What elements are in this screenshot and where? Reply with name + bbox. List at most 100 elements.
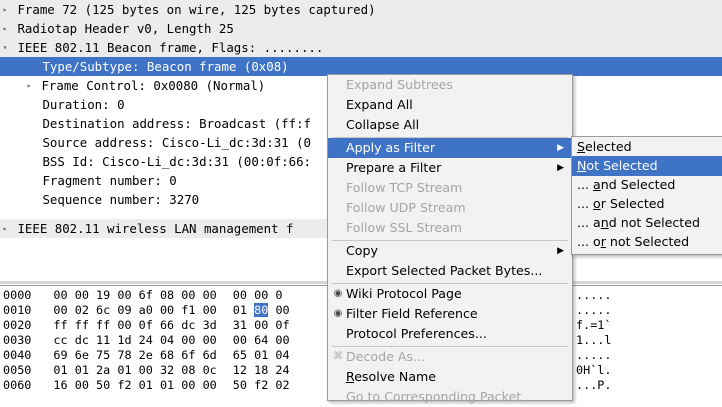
hex-bytes: 01 01 2a 01 00 32 08 0c [53, 363, 217, 377]
menu-item-protocol-preferences[interactable]: Protocol Preferences... [328, 324, 572, 344]
hex-bytes: 00 64 00 [232, 333, 290, 347]
hex-row[interactable]: 0040 69 6e 75 78 2e 68 6f 6d 65 01 04 [3, 348, 290, 363]
hex-ascii: ..... [576, 288, 612, 302]
mnemonic-char: o [593, 196, 601, 211]
menu-item-go-to-packet[interactable]: Go to Corresponding Packet [328, 387, 572, 407]
submenu-arrow-icon: ▶ [557, 246, 564, 256]
hex-bytes: 01 [232, 303, 247, 317]
hex-offset: 0020 [3, 318, 32, 332]
hex-row[interactable]: 0010 00 02 6c 09 a0 00 f1 00 01 80 00 [3, 303, 290, 318]
hex-ascii: ...P. [576, 378, 612, 392]
menu-item-prepare-a-filter[interactable]: Prepare a Filter ▶ [328, 158, 572, 178]
expand-arrow-icon[interactable]: ▸ [0, 19, 10, 38]
submenu-item-and-selected[interactable]: ... and Selected [572, 175, 722, 195]
menu-item-follow-udp[interactable]: Follow UDP Stream [328, 198, 572, 218]
mnemonic-char: R [346, 369, 355, 384]
hex-ascii: ..... [576, 348, 612, 362]
tree-row-label: Destination address: Broadcast (ff:f [42, 116, 312, 131]
hex-bytes: 16 00 50 f2 01 01 00 00 [53, 378, 217, 392]
hex-ascii: 1...l [576, 333, 612, 347]
hex-offset: 0000 [3, 288, 32, 302]
menu-item-expand-subtrees[interactable]: Expand Subtrees [328, 75, 572, 95]
hex-bytes: 00 02 6c 09 a0 00 f1 00 [53, 303, 217, 317]
menu-item-label: ot Selected [586, 158, 658, 173]
tree-row-label: Radiotap Header v0, Length 25 [17, 21, 234, 36]
mnemonic-char: N [577, 158, 587, 173]
context-menu[interactable]: Expand Subtrees Expand All Collapse All … [327, 74, 573, 404]
highlighted-byte: 80 [254, 303, 269, 317]
menu-item-label: ... [577, 196, 594, 211]
tree-row-radiotap[interactable]: ▸ Radiotap Header v0, Length 25 [0, 19, 722, 38]
hex-row[interactable]: 0030 cc dc 11 1d 24 04 00 00 00 64 00 [3, 333, 290, 348]
hex-offset: 0030 [3, 333, 32, 347]
menu-item-follow-ssl[interactable]: Follow SSL Stream [328, 218, 572, 238]
submenu-item-selected[interactable]: Selected [572, 137, 722, 157]
tree-row-label: BSS Id: Cisco-Li_dc:3d:31 (00:0f:66: [42, 154, 312, 169]
menu-item-label: elected [585, 139, 632, 154]
hex-bytes: 12 18 24 [232, 363, 290, 377]
submenu-item-or-not-selected[interactable]: ... or not Selected [572, 232, 722, 252]
hex-row[interactable]: 0060 16 00 50 f2 01 01 00 00 50 f2 02 [3, 378, 290, 393]
tree-row-frame[interactable]: ▸ Frame 72 (125 bytes on wire, 125 bytes… [0, 0, 722, 19]
decode-as-icon: ⌘ [333, 351, 343, 362]
expand-arrow-icon[interactable]: ▸ [24, 76, 34, 95]
submenu-item-and-not-selected[interactable]: ... and not Selected [572, 213, 722, 233]
hex-bytes: ff ff ff 00 0f 66 dc 3d [53, 318, 217, 332]
tree-row-label: Fragment number: 0 [42, 173, 177, 188]
hex-offset: 0010 [3, 303, 32, 317]
hex-ascii: 0H`l. [576, 363, 612, 377]
hex-offset: 0060 [3, 378, 32, 392]
menu-item-filter-field-reference[interactable]: ◉ Filter Field Reference [328, 304, 572, 324]
mnemonic-char: a [593, 177, 601, 192]
menu-item-apply-as-filter[interactable]: Apply as Filter ▶ [328, 138, 572, 158]
menu-item-label: r Selected [600, 196, 665, 211]
menu-item-follow-tcp[interactable]: Follow TCP Stream [328, 178, 572, 198]
menu-item-label: ... a [577, 215, 601, 230]
hex-ascii: f.=1` [576, 318, 612, 332]
submenu-arrow-icon: ▶ [557, 163, 564, 173]
hex-row[interactable]: 0050 01 01 2a 01 00 32 08 0c 12 18 24 [3, 363, 290, 378]
tree-row-label: Source address: Cisco-Li_dc:3d:31 (0 [42, 135, 312, 150]
tree-row-label: Frame 72 (125 bytes on wire, 125 bytes c… [17, 2, 376, 17]
tree-row-label: Frame Control: 0x0080 (Normal) [41, 78, 266, 93]
tree-row-label: Type/Subtype: Beacon frame (0x08) [42, 59, 289, 74]
hex-bytes: 31 00 0f [232, 318, 290, 332]
hex-bytes: 69 6e 75 78 2e 68 6f 6d [53, 348, 217, 362]
hex-row[interactable]: 0020 ff ff ff 00 0f 66 dc 3d 31 00 0f [3, 318, 290, 333]
apply-as-filter-submenu[interactable]: Selected Not Selected ... and Selected .… [571, 136, 722, 255]
hex-bytes: 65 01 04 [232, 348, 290, 362]
tree-row-label: IEEE 802.11 Beacon frame, Flags: .......… [17, 40, 324, 55]
menu-item-collapse-all[interactable]: Collapse All [328, 115, 572, 135]
menu-item-wiki-protocol-page[interactable]: ◉ Wiki Protocol Page [328, 284, 572, 304]
submenu-item-not-selected[interactable]: Not Selected [572, 156, 722, 176]
expand-arrow-icon[interactable]: ▸ [0, 0, 10, 19]
menu-item-label: nd Selected [600, 177, 676, 192]
expand-arrow-icon[interactable]: ▸ [0, 219, 10, 238]
menu-item-copy[interactable]: Copy ▶ [328, 241, 572, 261]
hex-bytes: cc dc 11 1d 24 04 00 00 [53, 333, 217, 347]
hex-offset: 0040 [3, 348, 32, 362]
tree-row-ieee-beacon[interactable]: ▾ IEEE 802.11 Beacon frame, Flags: .....… [0, 38, 722, 57]
menu-item-label: ... o [577, 234, 601, 249]
hex-bytes: 00 00 0 [232, 288, 283, 302]
hex-bytes: 00 [275, 303, 290, 317]
tree-row-label: Sequence number: 3270 [42, 192, 200, 207]
menu-item-export-selected-bytes[interactable]: Export Selected Packet Bytes... [328, 261, 572, 281]
hex-row[interactable]: 0000 00 00 19 00 6f 08 00 00 00 00 0 [3, 288, 283, 303]
menu-item-resolve-name[interactable]: Resolve Name [328, 367, 572, 387]
submenu-item-or-selected[interactable]: ... or Selected [572, 194, 722, 214]
menu-item-label: ... [577, 177, 594, 192]
tree-row-label: Duration: 0 [42, 97, 125, 112]
mnemonic-char: S [577, 139, 585, 154]
submenu-arrow-icon: ▶ [557, 143, 564, 153]
tree-row-label: IEEE 802.11 wireless LAN management f [17, 221, 294, 236]
mnemonic-char: n [600, 215, 609, 230]
menu-item-decode-as[interactable]: ⌘ Decode As... [328, 347, 572, 367]
menu-item-label: d not Selected [608, 215, 700, 230]
collapse-arrow-icon[interactable]: ▾ [0, 38, 10, 57]
hex-offset: 0050 [3, 363, 32, 377]
hex-bytes: 00 00 19 00 6f 08 00 00 [53, 288, 217, 302]
hex-ascii: ..... [576, 303, 612, 317]
menu-item-expand-all[interactable]: Expand All [328, 95, 572, 115]
menu-item-label: esolve Name [354, 369, 437, 384]
